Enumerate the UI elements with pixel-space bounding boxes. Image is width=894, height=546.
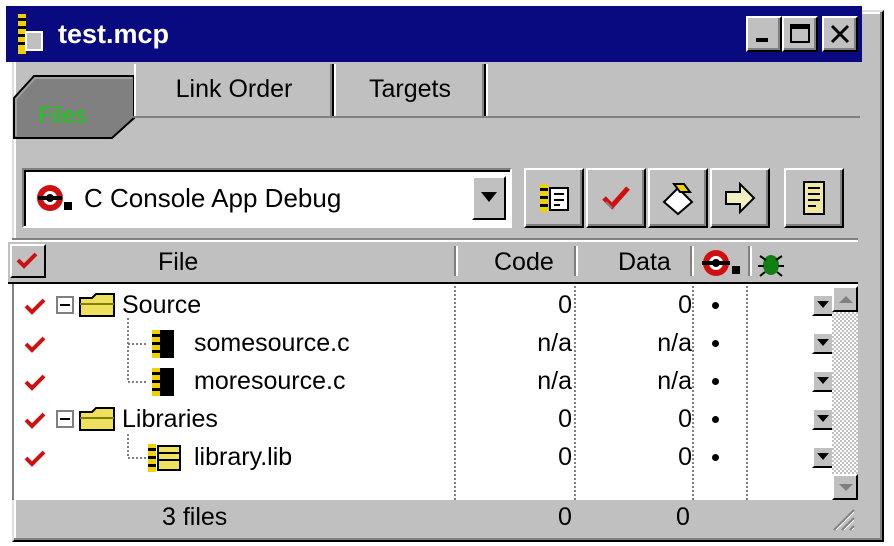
target-dropdown-button[interactable] [472, 176, 506, 220]
synchronize-button[interactable] [524, 168, 584, 228]
debug-dot[interactable] [712, 340, 719, 347]
debug-target-icon[interactable] [700, 248, 742, 278]
target-select-value: C Console App Debug [84, 183, 342, 213]
file-count: 3 files [162, 503, 228, 531]
column-separator [454, 246, 456, 276]
run-icon [725, 181, 756, 215]
debug-dot[interactable] [712, 454, 719, 461]
column-separator [690, 246, 692, 276]
checkmark-icon [24, 298, 46, 315]
resize-grip-icon[interactable] [830, 506, 856, 532]
collapse-icon[interactable] [56, 296, 74, 314]
synchronize-icon [540, 184, 569, 212]
maximize-button[interactable] [782, 16, 818, 52]
folder-icon [79, 407, 115, 431]
project-file-icon [18, 14, 43, 54]
tab-link-order[interactable]: Link Order [134, 64, 334, 118]
checkmark-icon [24, 450, 46, 467]
chevron-down-icon [817, 415, 829, 422]
minimize-icon [756, 38, 768, 42]
list-item-name: Source [122, 291, 202, 319]
checkmark-icon [16, 252, 38, 269]
checkmark-icon [602, 186, 630, 210]
chevron-down-icon [481, 192, 497, 202]
list-item-name: moresource.c [194, 367, 346, 395]
scroll-down-button[interactable] [832, 474, 858, 500]
list-item-data: n/a [657, 329, 692, 357]
list-item-code: 0 [558, 443, 572, 471]
chevron-up-icon [839, 296, 853, 303]
window-title: test.mcp [58, 19, 170, 49]
debug-dot[interactable] [712, 416, 719, 423]
chevron-down-icon [817, 453, 829, 460]
list-item-code: 0 [558, 291, 572, 319]
list-item-code: n/a [537, 367, 572, 395]
list-item-data: n/a [657, 367, 692, 395]
list-item-data: 0 [678, 291, 692, 319]
list-item-code: n/a [537, 329, 572, 357]
check-syntax-button[interactable] [586, 168, 646, 228]
scroll-up-button[interactable] [832, 286, 858, 312]
close-icon [830, 24, 850, 44]
source-file-icon [152, 330, 174, 358]
chevron-down-icon [817, 339, 829, 346]
item-menu-button[interactable] [812, 408, 834, 430]
title-bar[interactable]: test.mcp [6, 6, 862, 62]
column-separator [748, 246, 750, 276]
tab-strip [486, 64, 858, 118]
code-total: 0 [558, 503, 572, 531]
list-item[interactable]: moresource.c n/a n/a [12, 362, 838, 400]
bug-icon[interactable] [756, 248, 786, 278]
list-item[interactable]: Libraries 0 0 [12, 400, 838, 438]
minimize-button[interactable] [746, 16, 782, 52]
source-file-icon [152, 368, 174, 396]
list-item-name: library.lib [194, 443, 293, 471]
collapse-icon[interactable] [56, 410, 74, 428]
target-icon [37, 185, 72, 211]
project-inspector-icon [803, 181, 825, 215]
column-file[interactable]: File [158, 244, 198, 280]
tab-divider [132, 116, 860, 118]
list-item-name: somesource.c [194, 329, 350, 357]
debug-dot[interactable] [712, 378, 719, 385]
list-item-data: 0 [678, 405, 692, 433]
target-select[interactable]: C Console App Debug [22, 168, 512, 228]
checkmark-icon [24, 412, 46, 429]
header-check-column[interactable] [10, 244, 46, 278]
chevron-down-icon [817, 301, 829, 308]
data-total: 0 [676, 503, 690, 531]
tab-files-label: Files [38, 102, 87, 128]
column-code[interactable]: Code [494, 244, 554, 280]
item-menu-button[interactable] [812, 294, 834, 316]
list-item[interactable]: somesource.c n/a n/a [12, 324, 838, 362]
chevron-down-icon [839, 484, 853, 491]
item-menu-button[interactable] [812, 446, 834, 468]
tab-link-order-label: Link Order [175, 75, 293, 103]
run-button[interactable] [710, 168, 770, 228]
checkmark-icon [24, 374, 46, 391]
project-inspector-button[interactable] [784, 168, 844, 228]
list-item-name: Libraries [122, 405, 218, 433]
chevron-down-icon [817, 377, 829, 384]
item-menu-button[interactable] [812, 332, 834, 354]
list-item-code: 0 [558, 405, 572, 433]
tab-targets[interactable]: Targets [334, 64, 486, 118]
close-button[interactable] [822, 16, 858, 52]
library-icon [148, 444, 181, 472]
list-item-data: 0 [678, 443, 692, 471]
column-separator [574, 246, 576, 276]
touch-icon [662, 183, 694, 216]
item-menu-button[interactable] [812, 370, 834, 392]
status-bar: 3 files 0 0 [12, 502, 858, 534]
tab-targets-label: Targets [369, 75, 451, 103]
vertical-scrollbar[interactable] [832, 286, 858, 500]
touch-button[interactable] [648, 168, 708, 228]
debug-dot[interactable] [712, 302, 719, 309]
list-item[interactable]: Source 0 0 [12, 286, 838, 324]
list-item[interactable]: library.lib 0 0 [12, 438, 838, 476]
column-data[interactable]: Data [618, 244, 671, 280]
checkmark-icon [24, 336, 46, 353]
maximize-icon [790, 24, 810, 43]
folder-icon [79, 293, 115, 317]
